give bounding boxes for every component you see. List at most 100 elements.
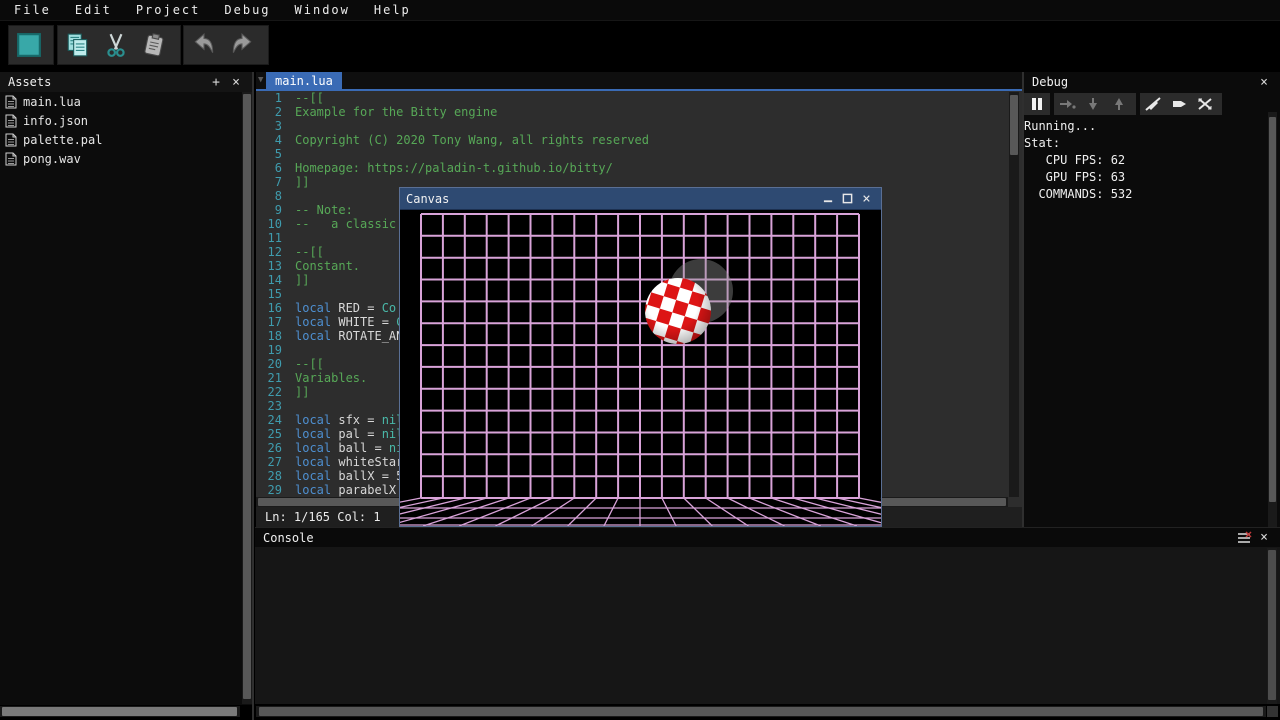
pause-button[interactable] [1024,93,1050,115]
breakpoint-icon [1170,96,1188,112]
step-into-button[interactable] [1080,93,1106,115]
debug-header: Debug × [1024,72,1280,92]
assets-list: main.lua info.json palette.pal pong.wav [0,92,252,168]
tab-main-lua[interactable]: main.lua [266,72,342,89]
editor-vscrollbar[interactable] [1009,92,1019,497]
cut-button[interactable] [97,28,135,62]
asset-label: pong.wav [23,152,81,166]
asset-pong-wav[interactable]: pong.wav [0,149,252,168]
assets-header: Assets + × [0,72,252,92]
code-line-4: 4Copyright (C) 2020 Tony Wang, all right… [256,133,1008,147]
undo-button[interactable] [185,28,223,62]
menu-project[interactable]: Project [126,1,211,19]
undo-icon [190,32,218,58]
editor-tab-bar: ▼ main.lua [256,72,1022,89]
assets-title: Assets [8,75,51,89]
step-over-button[interactable] [1054,93,1080,115]
console-menu-icon [1236,531,1252,545]
menu-bar: FileEditProjectDebug WindowHelp [0,0,1280,21]
debug-line-4: COMMANDS: 532 [1024,186,1132,203]
console-menu-button[interactable] [1236,530,1252,546]
console-title: Console [263,531,314,545]
step-into-icon [1085,96,1101,112]
code-line-3: 3 [256,119,1008,133]
canvas-title: Canvas [406,192,449,206]
game-canvas[interactable] [400,210,881,526]
menu-window[interactable]: Window [285,1,360,19]
copy-icon [65,32,91,58]
toolbar-group-2 [183,25,269,65]
assets-close-button[interactable]: × [228,74,244,90]
code-line-1: 1--[[ [256,91,1008,105]
file-icon [5,152,17,166]
file-icon [5,114,17,128]
console-header: Console × [255,527,1280,547]
menu-help[interactable]: Help [364,1,421,19]
breakpoint-button[interactable] [1166,93,1192,115]
step-out-button[interactable] [1106,93,1132,115]
redo-icon [228,32,256,58]
pause-icon [1029,96,1045,112]
minimize-icon[interactable] [820,191,837,207]
breakpoint-clear-icon [1196,96,1214,112]
debug-line-3: GPU FPS: 63 [1024,169,1132,186]
debug-close-button[interactable]: × [1256,74,1272,90]
debug-panel: Debug × Running...Stat: CPU FPS: 62 GPU … [1024,72,1280,527]
debug-vscrollbar[interactable] [1268,112,1277,527]
console-vscrollbar[interactable] [1267,548,1277,704]
debug-title: Debug [1032,75,1068,89]
toolbar [0,21,1280,67]
menu-edit[interactable]: Edit [65,1,122,19]
code-line-5: 5 [256,147,1008,161]
canvas-title-bar[interactable]: Canvas × [400,188,881,210]
debug-toolbar-group-1 [1054,93,1136,115]
debug-status-text: Running...Stat: CPU FPS: 62 GPU FPS: 63 … [1024,118,1132,203]
console-hscrollbar[interactable] [256,706,1266,717]
assets-hscrollbar[interactable] [0,706,240,717]
asset-label: palette.pal [23,133,102,147]
step-out-icon [1111,96,1127,112]
code-line-2: 2Example for the Bitty engine [256,105,1008,119]
breakpoint-clear-button[interactable] [1192,93,1218,115]
breakpoint-disable-icon [1144,96,1162,112]
asset-label: info.json [23,114,88,128]
file-icon [5,95,17,109]
close-icon[interactable]: × [858,191,875,207]
run-button[interactable] [10,28,48,62]
toolbar-group-1 [57,25,181,65]
step-over-icon [1058,96,1076,112]
console-close-button[interactable]: × [1256,530,1272,546]
asset-main-lua[interactable]: main.lua [0,92,252,111]
console-output[interactable] [255,547,1280,704]
cut-icon [103,32,129,58]
breakpoint-disable-button[interactable] [1140,93,1166,115]
assets-vscrollbar[interactable] [242,92,252,704]
assets-editor-divider[interactable] [252,72,254,720]
debug-line-2: CPU FPS: 62 [1024,152,1132,169]
assets-add-button[interactable]: + [208,74,224,90]
copy-button[interactable] [59,28,97,62]
menu-file[interactable]: File [4,1,61,19]
debug-toolbar [1024,93,1280,116]
file-icon [5,133,17,147]
maximize-icon[interactable] [839,191,856,207]
debug-toolbar-group-2 [1140,93,1222,115]
paste-icon [141,32,167,58]
tab-list-dropdown-icon[interactable]: ▼ [258,75,263,85]
asset-palette-pal[interactable]: palette.pal [0,130,252,149]
redo-button[interactable] [223,28,261,62]
debug-line-1: Stat: [1024,135,1132,152]
asset-info-json[interactable]: info.json [0,111,252,130]
debug-toolbar-group-0 [1024,93,1050,115]
assets-panel: Assets + × main.lua info.json palette.pal p… [0,72,252,705]
cursor-position: Ln: 1/165 Col: 1 [265,510,381,524]
asset-label: main.lua [23,95,81,109]
scrollbar-corner [1267,706,1278,717]
paste-button[interactable] [135,28,173,62]
debug-line-0: Running... [1024,118,1132,135]
menu-debug[interactable]: Debug [214,1,280,19]
canvas-window: Canvas × [399,187,882,527]
toolbar-group-0 [8,25,54,65]
run-icon [16,32,42,58]
code-line-6: 6Homepage: https://paladin-t.github.io/b… [256,161,1008,175]
